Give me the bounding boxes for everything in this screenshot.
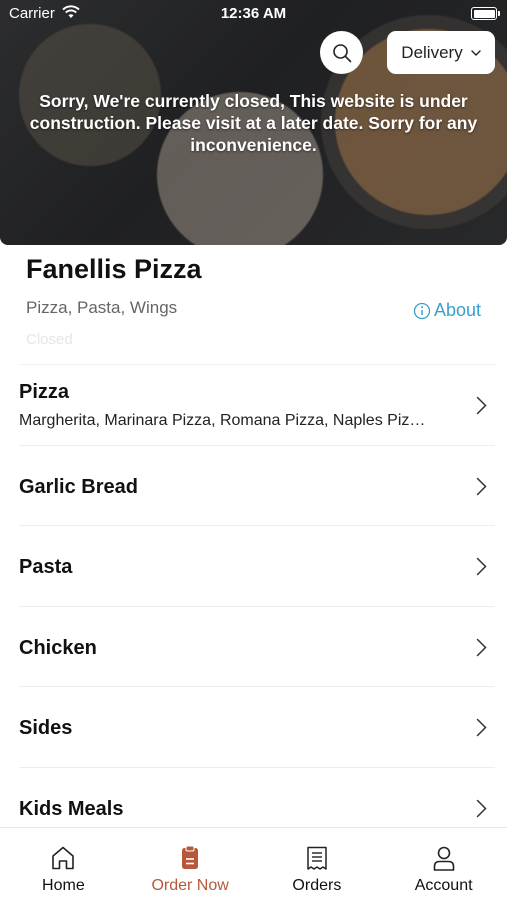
closed-notice: Sorry, We're currently closed, This webs… (29, 91, 478, 155)
nav-orders[interactable]: Orders (254, 828, 381, 900)
category-row-chicken[interactable]: Chicken (19, 605, 495, 687)
delivery-mode-dropdown[interactable]: Delivery (387, 31, 495, 74)
category-title: Sides (19, 717, 73, 739)
nav-orders-label: Orders (292, 877, 342, 894)
bottom-nav: Home Order Now Orders Account (0, 827, 507, 900)
category-row-garlic-bread[interactable]: Garlic Bread (19, 444, 495, 526)
category-subtitle: Margherita, Marinara Pizza, Romana Pizza… (19, 412, 426, 429)
status-bar: Carrier 12:36 AM (0, 0, 507, 28)
order-icon (182, 845, 199, 869)
category-title: Kids Meals (19, 797, 124, 820)
person-icon (433, 846, 454, 871)
chevron-down-icon (471, 49, 481, 56)
category-title: Pizza (19, 381, 70, 403)
category-list: Pizza Margherita, Marinara Pizza, Romana… (0, 364, 507, 847)
chevron-right-icon (476, 718, 487, 737)
chevron-right-icon (476, 638, 487, 656)
chevron-right-icon (476, 557, 487, 576)
receipt-icon (307, 846, 327, 870)
restaurant-name: Fanellis Pizza (26, 254, 202, 284)
status-time: 12:36 AM (220, 5, 287, 22)
category-row-sides[interactable]: Sides (19, 686, 495, 767)
chevron-right-icon (476, 799, 487, 817)
chevron-right-icon (476, 477, 487, 495)
category-title: Garlic Bread (19, 475, 138, 498)
restaurant-cuisines: Pizza, Pasta, Wings (26, 298, 178, 317)
nav-account-label: Account (414, 877, 473, 894)
category-row-pizza[interactable]: Pizza Margherita, Marinara Pizza, Romana… (19, 364, 495, 445)
battery-icon (471, 7, 500, 20)
home-icon (52, 846, 75, 870)
nav-home-label: Home (42, 877, 85, 894)
nav-order-now[interactable]: Order Now (127, 828, 254, 900)
search-button[interactable] (320, 31, 363, 74)
nav-order-now-label: Order Now (151, 877, 229, 894)
about-link[interactable]: About (413, 300, 481, 321)
about-label: About (433, 300, 481, 320)
nav-account[interactable]: Account (380, 828, 507, 900)
open-status: Closed (26, 331, 73, 348)
nav-home[interactable]: Home (0, 828, 127, 900)
search-icon (332, 43, 351, 62)
chevron-right-icon (476, 396, 487, 415)
delivery-mode-label: Delivery (401, 42, 463, 62)
category-title: Chicken (19, 636, 97, 659)
info-icon (413, 302, 431, 319)
category-row-pasta[interactable]: Pasta (19, 525, 495, 606)
category-title: Pasta (19, 556, 73, 578)
